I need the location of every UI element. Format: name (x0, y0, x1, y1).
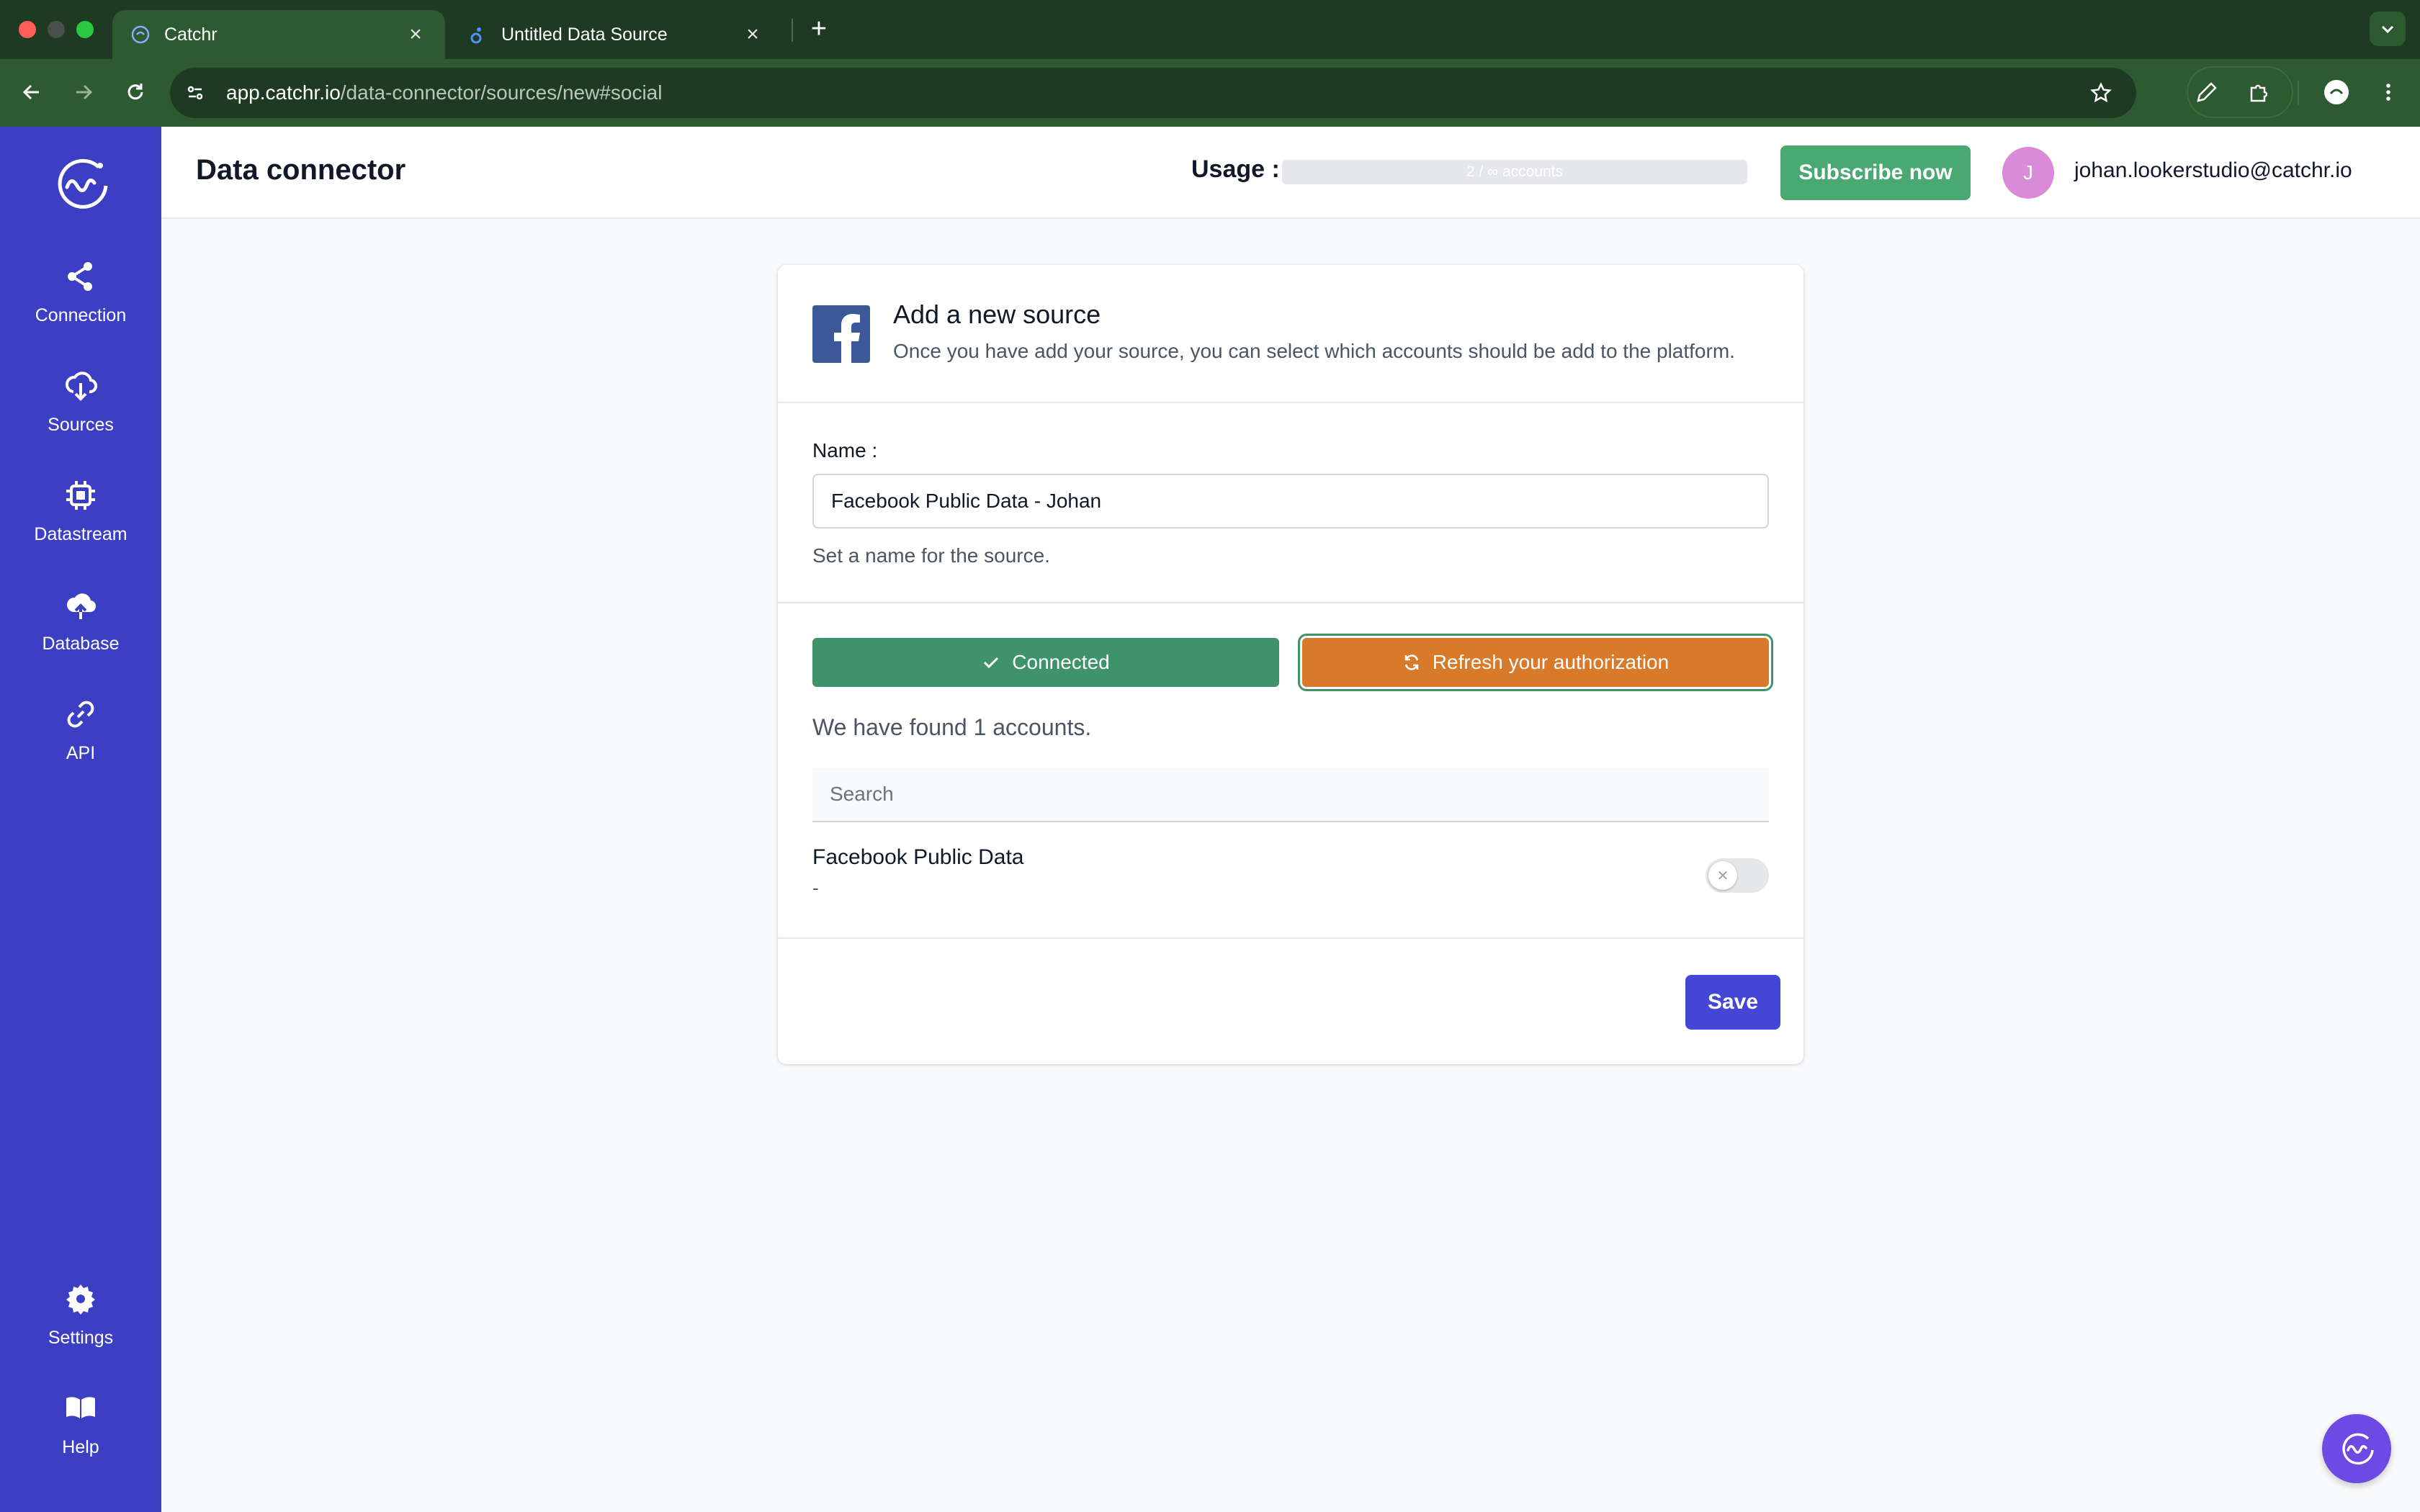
reload-icon (127, 84, 143, 100)
browser-tab-catchr[interactable]: Catchr × (112, 10, 445, 59)
browser-menu-icon[interactable] (2370, 73, 2407, 111)
book-icon (60, 1388, 101, 1428)
connected-label: Connected (1012, 651, 1110, 673)
url-text: app.catchr.io/data-connector/sources/new… (226, 81, 662, 104)
page-title: Data connector (196, 154, 406, 186)
site-info-icon[interactable] (177, 75, 213, 111)
accounts-found-text: We have found 1 accounts. (812, 714, 1092, 740)
catchr-favicon-icon (130, 24, 151, 45)
cloud-download-icon (60, 366, 101, 406)
save-button[interactable]: Save (1685, 975, 1780, 1030)
name-label: Name : (812, 439, 878, 462)
connected-button[interactable]: Connected (812, 638, 1279, 687)
minimize-window-button[interactable] (48, 21, 65, 38)
accounts-section: Connected Refresh your authorization We … (778, 603, 1803, 939)
browser-tab-strip: Catchr × Untitled Data Source × + (0, 0, 2420, 59)
app-header: Data connector Usage : 2 / ∞ accounts Su… (161, 127, 2420, 219)
card-subtitle: Once you have add your source, you can s… (893, 340, 1735, 362)
close-window-button[interactable] (19, 21, 36, 38)
toolbar-divider (2298, 81, 2299, 105)
reload-button[interactable] (117, 73, 154, 111)
sidebar-item-label: Settings (48, 1328, 114, 1348)
pen-extension-icon[interactable] (2188, 73, 2226, 111)
maximize-window-button[interactable] (76, 21, 94, 38)
chip-icon (60, 475, 101, 516)
address-bar[interactable]: app.catchr.io/data-connector/sources/new… (170, 68, 2136, 118)
sidebar-item-connection[interactable]: Connection (0, 256, 161, 350)
usage-label: Usage : (1191, 156, 1280, 183)
url-host: app.catchr.io (226, 81, 341, 104)
arrow-right-icon (76, 84, 93, 100)
gear-icon (60, 1279, 101, 1319)
back-button[interactable] (13, 73, 50, 111)
sidebar-item-help[interactable]: Help (0, 1388, 161, 1482)
usage-progress-bar: 2 / ∞ accounts (1282, 160, 1747, 184)
cloud-upload-icon (60, 585, 101, 625)
close-icon[interactable]: × (740, 22, 765, 47)
subscribe-now-button[interactable]: Subscribe now (1780, 145, 1971, 200)
account-toggle[interactable]: ✕ (1706, 858, 1769, 893)
sidebar-item-database[interactable]: Database (0, 585, 161, 678)
source-name-input[interactable] (812, 474, 1769, 528)
check-icon (984, 657, 999, 669)
sidebar-item-label: API (66, 743, 96, 763)
refresh-icon (1404, 654, 1419, 670)
profile-icon[interactable] (2318, 73, 2355, 111)
toggle-off-x-icon: ✕ (1708, 861, 1737, 890)
puzzle-extensions-icon[interactable] (2240, 73, 2277, 111)
card-title: Add a new source (893, 300, 1101, 329)
bookmark-star-icon[interactable] (2083, 75, 2119, 111)
account-subtitle: - (812, 877, 819, 899)
catchr-chat-icon (2342, 1433, 2374, 1465)
account-name: Facebook Public Data (812, 845, 1024, 869)
new-tab-button[interactable]: + (805, 12, 833, 46)
sidebar-item-label: Datastream (34, 524, 127, 544)
avatar[interactable]: J (2002, 147, 2054, 199)
sidebar-item-label: Help (62, 1437, 99, 1457)
card-header: Add a new source Once you have add your … (778, 265, 1803, 403)
close-icon[interactable]: × (403, 22, 428, 47)
facebook-logo-icon (812, 305, 870, 363)
link-icon (60, 694, 101, 734)
tab-title: Untitled Data Source (501, 24, 668, 45)
browser-toolbar: app.catchr.io/data-connector/sources/new… (0, 59, 2420, 127)
name-help-text: Set a name for the source. (812, 544, 1050, 567)
sidebar-item-sources[interactable]: Sources (0, 366, 161, 459)
looker-studio-favicon-icon (467, 24, 488, 45)
sidebar-item-label: Connection (35, 305, 127, 325)
sidebar: Connection Sources Datastream Database A… (0, 127, 161, 1512)
browser-tab-untitled-data-source[interactable]: Untitled Data Source × (449, 10, 782, 59)
sidebar-item-label: Database (42, 634, 120, 654)
share-icon (60, 256, 101, 297)
arrow-left-icon (22, 84, 39, 100)
sidebar-item-datastream[interactable]: Datastream (0, 475, 161, 569)
account-search-input[interactable] (812, 768, 1769, 822)
tab-search-button[interactable] (2370, 12, 2406, 46)
forward-button[interactable] (65, 73, 102, 111)
chevron-down-icon (2381, 25, 2394, 34)
refresh-label: Refresh your authorization (1432, 651, 1670, 673)
tab-title: Catchr (164, 24, 218, 45)
refresh-authorization-button[interactable]: Refresh your authorization (1302, 638, 1769, 687)
catchr-logo[interactable] (43, 151, 118, 212)
sidebar-item-label: Sources (48, 415, 114, 435)
add-source-card: Add a new source Once you have add your … (778, 265, 1803, 1064)
user-email[interactable]: johan.lookerstudio@catchr.io (2074, 158, 2352, 183)
name-section: Name : Set a name for the source. (778, 403, 1803, 603)
sidebar-item-settings[interactable]: Settings (0, 1279, 161, 1372)
url-path: /data-connector/sources/new#social (340, 81, 663, 104)
chat-widget-button[interactable] (2322, 1414, 2391, 1483)
tab-divider (792, 19, 793, 42)
sidebar-item-api[interactable]: API (0, 694, 161, 788)
